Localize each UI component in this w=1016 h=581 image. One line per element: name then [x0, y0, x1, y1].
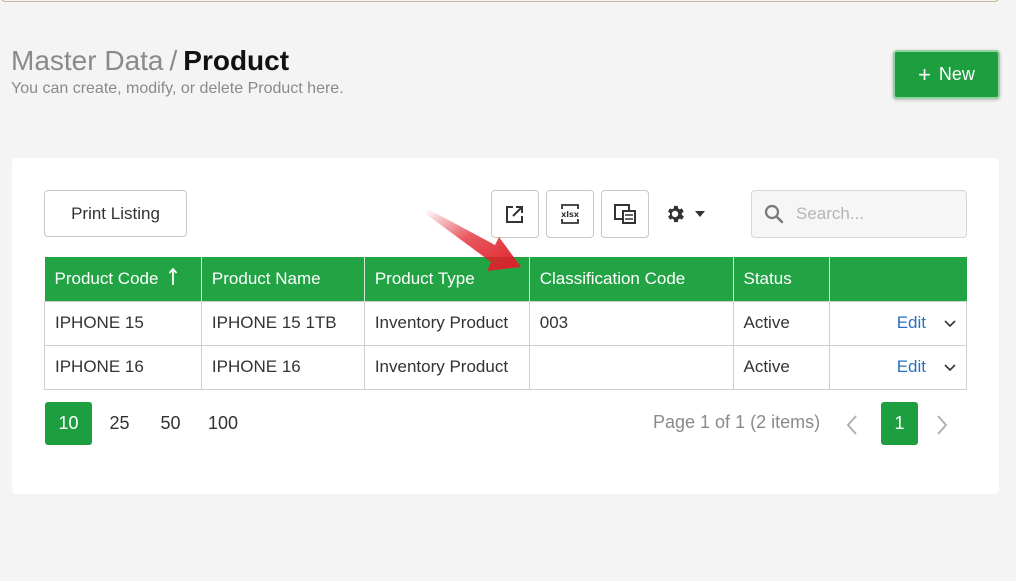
- page-size-option[interactable]: 50: [147, 402, 194, 445]
- page-subtitle: You can create, modify, or delete Produc…: [11, 80, 344, 97]
- cell-status: Active: [732, 300, 831, 346]
- cell-product-code: IPHONE 15: [44, 300, 202, 346]
- page-size-option[interactable]: 25: [96, 402, 143, 445]
- table-row[interactable]: IPHONE 15 IPHONE 15 1TB Inventory Produc…: [44, 300, 967, 346]
- chevron-down-icon[interactable]: [944, 320, 956, 328]
- page-number-button[interactable]: 1: [881, 402, 918, 445]
- table-header-row: Product Code Product Name Product Type C…: [44, 257, 967, 301]
- prev-page-button[interactable]: [840, 412, 864, 438]
- cell-status: Active: [732, 344, 831, 390]
- next-page-button[interactable]: [930, 412, 954, 438]
- page-title: Master Data / Product: [11, 44, 344, 78]
- top-panel-edge: [0, 0, 1000, 2]
- page-size-option[interactable]: 100: [198, 402, 248, 445]
- columns-icon: [614, 204, 636, 224]
- print-listing-button[interactable]: Print Listing: [44, 190, 187, 237]
- cell-classification-code: [528, 344, 734, 390]
- cell-actions: Edit: [829, 344, 967, 390]
- column-header-classification-code[interactable]: Classification Code: [529, 257, 734, 301]
- column-header-product-code[interactable]: Product Code: [44, 257, 202, 301]
- breadcrumb-current: Product: [183, 45, 290, 76]
- column-header-product-type[interactable]: Product Type: [364, 257, 530, 301]
- cell-product-name: IPHONE 16: [200, 344, 365, 390]
- breadcrumb-parent[interactable]: Master Data: [11, 45, 164, 76]
- chevron-left-icon: [846, 415, 857, 435]
- cell-product-name: IPHONE 15 1TB: [200, 300, 365, 346]
- cell-classification-code: 003: [528, 300, 734, 346]
- xlsx-export-icon: xlsx: [561, 204, 580, 224]
- edit-link[interactable]: Edit: [897, 357, 926, 376]
- listing-card: Print Listing xlsx Search... Product Cod…: [12, 158, 999, 494]
- cell-product-type: Inventory Product: [363, 300, 530, 346]
- column-header-product-name[interactable]: Product Name: [201, 257, 365, 301]
- search-input[interactable]: [796, 204, 956, 224]
- table-row[interactable]: IPHONE 16 IPHONE 16 Inventory Product Ac…: [44, 344, 967, 390]
- page-size-selector: 10 25 50 100: [45, 402, 248, 445]
- cell-product-type: Inventory Product: [363, 344, 530, 390]
- breadcrumb-separator: /: [169, 45, 178, 76]
- edit-link[interactable]: Edit: [897, 313, 926, 332]
- column-header-label: Product Code: [54, 269, 159, 289]
- settings-dropdown[interactable]: [664, 198, 724, 230]
- cell-product-code: IPHONE 16: [44, 344, 202, 390]
- new-button[interactable]: + New: [893, 50, 1000, 99]
- search-icon: [764, 204, 784, 224]
- plus-icon: +: [918, 61, 931, 87]
- product-table: Product Code Product Name Product Type C…: [44, 257, 967, 390]
- export-icon: [506, 206, 523, 223]
- column-header-actions: [829, 257, 967, 301]
- column-header-status[interactable]: Status: [733, 257, 831, 301]
- new-button-label: New: [938, 64, 975, 84]
- column-chooser-button[interactable]: [601, 190, 649, 238]
- xlsx-export-button[interactable]: xlsx: [546, 190, 594, 238]
- search-box[interactable]: [751, 190, 967, 238]
- export-button[interactable]: [491, 190, 539, 238]
- cell-actions: Edit: [829, 300, 967, 346]
- caret-down-icon: [695, 211, 705, 217]
- page-size-option[interactable]: 10: [45, 402, 92, 445]
- xlsx-icon-label: xlsx: [561, 210, 580, 219]
- page-header: Master Data / Product You can create, modi…: [11, 44, 344, 98]
- chevron-right-icon: [937, 415, 948, 435]
- gear-icon: [668, 205, 684, 223]
- chevron-down-icon[interactable]: [944, 364, 956, 372]
- sort-ascending-icon: [169, 268, 178, 286]
- page-info: Page 1 of 1 (2 items): [653, 412, 821, 432]
